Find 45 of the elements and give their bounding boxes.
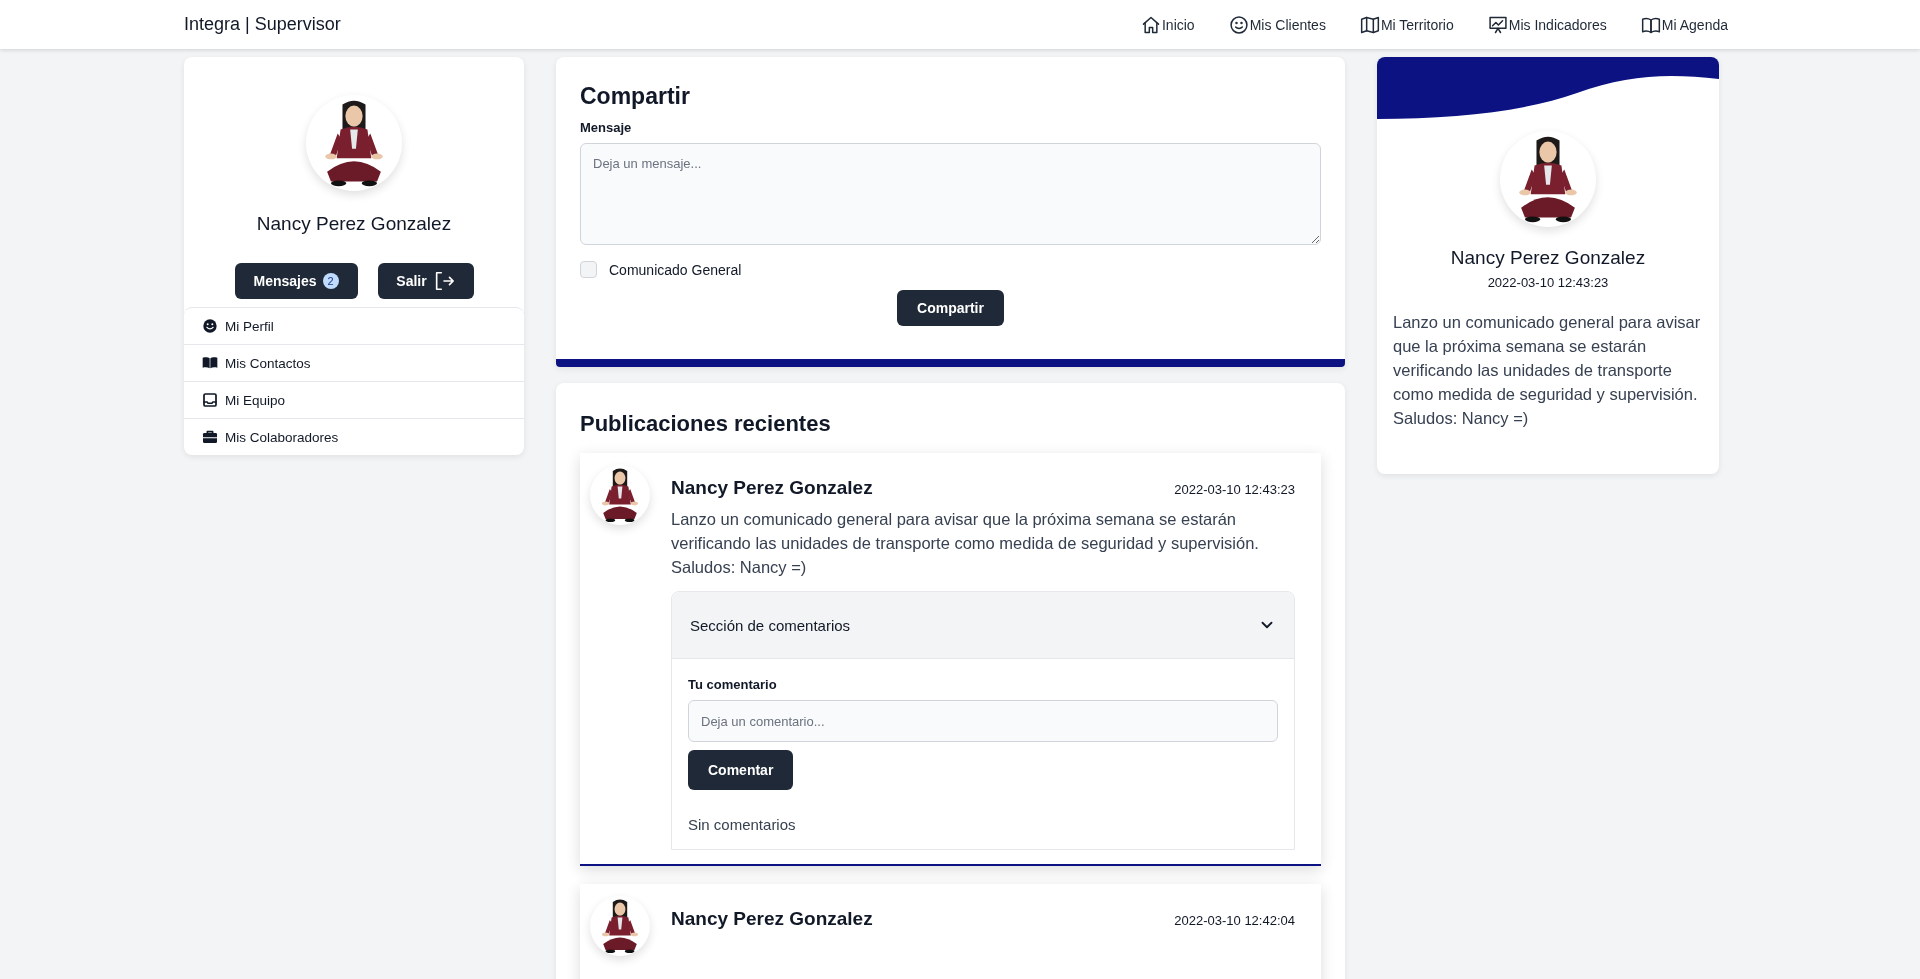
logout-button[interactable]: Salir xyxy=(377,263,474,299)
avatar xyxy=(590,465,650,525)
menu-item[interactable]: Mi Equipo xyxy=(184,382,524,419)
inbox-icon xyxy=(202,392,218,408)
nav-link[interactable]: Mi Territorio xyxy=(1359,14,1454,35)
nav-link[interactable]: Mis Indicadores xyxy=(1487,14,1607,35)
smiley-icon xyxy=(1228,14,1249,35)
book-icon xyxy=(202,355,218,371)
comment-field[interactable]: Deja un comentario... xyxy=(688,700,1278,742)
nav-link[interactable]: Mis Clientes xyxy=(1228,14,1326,35)
brand-title[interactable]: Integra | Supervisor xyxy=(184,14,1141,35)
empty-message: Sin comentarios xyxy=(688,816,797,833)
post-date: 2022-03-10 12:43:23 xyxy=(1174,482,1295,497)
profile-name: Nancy Perez Gonzalez xyxy=(256,213,452,235)
menu-item[interactable]: Mis Contactos xyxy=(184,345,524,382)
menu-item[interactable]: Mis Colaboradores xyxy=(184,419,524,455)
accordion-header[interactable]: Sección de comentarios xyxy=(672,592,1294,659)
field-label: Tu comentario xyxy=(688,677,778,692)
post-text: Lanzo un comunicado general para avisar que la próxima semana se estarán verificando las unidades de transporte como medida de seguridad y supervisión. Saludos: Nancy =) xyxy=(1392,312,1702,429)
post-text: Lanzo un comunicado general para avisar que la próxima semana se estarán verificando las unidades de transporte como medida de seguridad y supervisión. Saludos: Nancy =) xyxy=(671,509,1260,578)
post-author: Nancy Perez Gonzalez xyxy=(671,477,873,499)
field-label: Mensaje xyxy=(580,120,633,135)
accordion-title: Sección de comentarios xyxy=(690,616,851,634)
checkbox-label: Comunicado General xyxy=(609,261,742,278)
chart-board-icon xyxy=(1487,14,1508,35)
comment-button[interactable]: Comentar xyxy=(688,750,794,790)
avatar xyxy=(590,896,650,956)
home-icon xyxy=(1140,14,1161,35)
section-title: Publicaciones recientes xyxy=(580,411,832,437)
share-button[interactable]: Compartir xyxy=(897,290,1004,326)
smiley-icon xyxy=(202,318,218,334)
profile-name: Nancy Perez Gonzalez xyxy=(1450,247,1646,269)
card-title: Compartir xyxy=(580,83,691,110)
checkbox[interactable] xyxy=(580,261,597,278)
message-field[interactable]: Deja un mensaje... xyxy=(580,143,1321,245)
nav-link[interactable]: Inicio xyxy=(1140,14,1195,35)
menu-item[interactable]: Mi Perfil xyxy=(184,308,524,345)
post-date: 2022-03-10 12:42:04 xyxy=(1174,913,1295,928)
post-author: Nancy Perez Gonzalez xyxy=(671,908,873,930)
messages-button[interactable]: Mensajes 2 xyxy=(234,263,358,299)
post-date: 2022-03-10 12:43:23 xyxy=(1487,275,1609,290)
count-badge: 2 xyxy=(322,273,339,289)
briefcase-icon xyxy=(202,429,218,445)
nav-link[interactable]: Mi Agenda xyxy=(1640,14,1728,35)
map-icon xyxy=(1359,14,1380,35)
